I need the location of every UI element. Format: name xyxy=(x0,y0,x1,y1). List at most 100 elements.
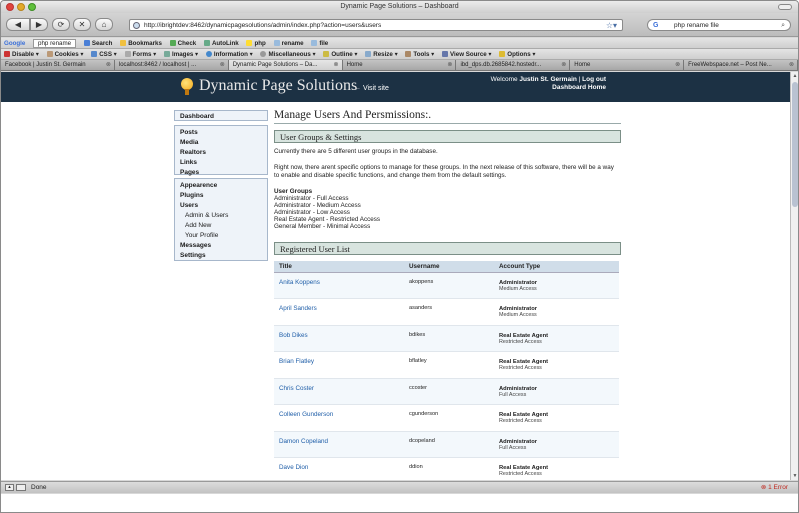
search-input[interactable]: G php rename file ⌕ xyxy=(647,19,791,31)
search-icon[interactable]: ⌕ xyxy=(781,20,785,30)
wd-css-menu[interactable]: CSS ▾ xyxy=(91,51,117,58)
stop-button[interactable]: ✕ xyxy=(73,18,91,31)
wd-disable-menu[interactable]: Disable ▾ xyxy=(4,51,39,58)
group-item: Administrator - Medium Access xyxy=(274,202,361,209)
sidebar-item-add-new[interactable]: Add New xyxy=(175,221,267,231)
bookmarks-button[interactable]: Bookmarks xyxy=(120,40,162,47)
wd-misc-menu[interactable]: Miscellaneous ▾ xyxy=(260,51,316,58)
toolbar-toggle-button[interactable] xyxy=(778,4,792,10)
tab-hostedresource[interactable]: ibd_dps.db.2685842.hostedr... ⊗ xyxy=(456,60,571,70)
close-tab-icon[interactable]: ⊗ xyxy=(675,60,680,70)
logout-link[interactable]: Log out xyxy=(582,76,606,83)
sidebar-item-admin-users[interactable]: Admin & Users xyxy=(175,211,267,221)
close-tab-icon[interactable]: ⊗ xyxy=(789,60,794,70)
tab-facebook[interactable]: Facebook | Justin St. Germain ⊗ xyxy=(1,60,115,70)
google-query-input[interactable]: php rename xyxy=(33,39,77,48)
user-name-link[interactable]: Colleen Gunderson xyxy=(279,411,333,418)
user-name-link[interactable]: Dave Dion xyxy=(279,464,308,471)
account-type-cell: Administrator Medium Access xyxy=(494,272,619,299)
user-name-link[interactable]: Justin St. Germain xyxy=(519,76,576,83)
status-toggle-icon[interactable]: ▴ xyxy=(5,484,14,491)
user-name-link[interactable]: Damon Copeland xyxy=(279,438,328,445)
wd-view-source-menu[interactable]: View Source ▾ xyxy=(442,51,492,58)
tab-home-2[interactable]: Home ⊗ xyxy=(570,60,685,70)
close-tab-icon[interactable]: ⊗ xyxy=(106,60,111,70)
user-title-cell: Colleen Gunderson xyxy=(274,404,404,432)
sidebar-item-pages[interactable]: Pages xyxy=(175,168,267,178)
sidebar-item-media[interactable]: Media xyxy=(175,138,267,148)
back-button[interactable]: ◀ xyxy=(6,18,30,31)
sidebar-item-appearence[interactable]: Appearence xyxy=(175,181,267,191)
check-icon xyxy=(169,40,176,46)
url-bar[interactable]: http://ibrightdev:8462/dynamicpagesoluti… xyxy=(129,19,623,31)
browser-window: Dynamic Page Solutions – Dashboard ◀ ▶ ⟳… xyxy=(0,0,799,513)
user-name-link[interactable]: Brian Flatley xyxy=(279,358,314,365)
user-name-link[interactable]: Chris Coster xyxy=(279,385,314,392)
scroll-up-icon[interactable]: ▲ xyxy=(792,73,798,79)
sidebar-item-links[interactable]: Links xyxy=(175,158,267,168)
table-row: Dave Dion ddion Real Estate Agent Restricte… xyxy=(274,457,619,480)
close-tab-icon[interactable]: ⊗ xyxy=(561,60,566,70)
sidebar-item-users[interactable]: Users xyxy=(175,201,267,211)
close-tab-icon[interactable]: ⊗ xyxy=(334,60,339,70)
sidebar-item-messages[interactable]: Messages xyxy=(175,241,267,251)
tab-freewebspace[interactable]: FreeWebspace.net – Post Ne... ⊗ xyxy=(684,60,798,70)
close-window-button[interactable] xyxy=(6,3,14,11)
wd-images-menu[interactable]: Images ▾ xyxy=(164,51,198,58)
misc-icon xyxy=(260,51,267,57)
close-tab-icon[interactable]: ⊗ xyxy=(447,60,452,70)
tab-localhost[interactable]: localhost:8462 / localhost | ... ⊗ xyxy=(114,60,229,70)
wd-cookies-menu[interactable]: Cookies ▾ xyxy=(46,51,83,58)
autolink-button[interactable]: AutoLink xyxy=(203,40,239,47)
wd-resize-menu[interactable]: Resize ▾ xyxy=(365,51,398,58)
highlight-rename-button[interactable]: rename xyxy=(273,40,304,47)
check-button[interactable]: Check xyxy=(169,40,196,47)
wd-information-menu[interactable]: Information ▾ xyxy=(205,51,253,58)
bookmark-star-icon[interactable]: ☆▾ xyxy=(606,20,617,30)
table-row: Chris Coster ccoster Administrator Full Acc… xyxy=(274,378,619,405)
star-icon xyxy=(120,40,127,46)
access-level: Medium Access xyxy=(499,285,537,292)
user-name-link[interactable]: Anita Koppens xyxy=(279,279,320,286)
wd-options-menu[interactable]: Options ▾ xyxy=(499,51,535,58)
access-level: Full Access xyxy=(499,444,527,451)
sidebar-item-settings[interactable]: Settings xyxy=(175,251,267,261)
sidebar-item-dashboard[interactable]: Dashboard xyxy=(175,111,267,122)
wd-outline-menu[interactable]: Outline ▾ xyxy=(323,51,358,58)
highlight-php-button[interactable]: php xyxy=(246,40,266,47)
visit-site-link[interactable]: ← Visit site xyxy=(354,85,389,92)
home-button[interactable]: ⌂ xyxy=(95,18,113,31)
user-name-link[interactable]: April Sanders xyxy=(279,305,317,312)
access-level: Restricted Access xyxy=(499,418,542,424)
zoom-window-button[interactable] xyxy=(28,3,36,11)
table-row: April Sanders asanders Administrator Medium… xyxy=(274,298,619,326)
tab-home-1[interactable]: Home ⊗ xyxy=(342,60,457,70)
error-count[interactable]: ⊗ 1 Error xyxy=(761,482,788,493)
sidebar-item-plugins[interactable]: Plugins xyxy=(175,191,267,201)
tools-icon xyxy=(405,51,412,57)
vertical-scrollbar[interactable]: ▲ ▼ xyxy=(790,72,798,480)
scrollbar-thumb[interactable] xyxy=(792,82,798,207)
page-info-icon[interactable] xyxy=(16,484,26,491)
reload-button[interactable]: ⟳ xyxy=(52,18,70,31)
highlighter-icon xyxy=(311,40,318,46)
highlight-file-button[interactable]: file xyxy=(311,40,328,47)
sidebar-item-realtors[interactable]: Realtors xyxy=(175,148,267,158)
autolink-icon xyxy=(203,40,210,46)
close-tab-icon[interactable]: ⊗ xyxy=(220,60,225,70)
wd-tools-menu[interactable]: Tools ▾ xyxy=(405,51,434,58)
minimize-window-button[interactable] xyxy=(17,3,25,11)
user-name-link[interactable]: Bob Dikes xyxy=(279,332,308,339)
wd-forms-menu[interactable]: Forms ▾ xyxy=(124,51,156,58)
username-cell: ccoster xyxy=(404,378,494,405)
tab-dashboard[interactable]: Dynamic Page Solutions – Da... ⊗ xyxy=(228,60,343,70)
page-title: Manage Users And Persmissions:. xyxy=(274,109,432,121)
forward-button[interactable]: ▶ xyxy=(30,18,48,31)
sidebar-item-your-profile[interactable]: Your Profile xyxy=(175,231,267,241)
forms-icon xyxy=(124,51,131,57)
sidebar-item-posts[interactable]: Posts xyxy=(175,128,267,138)
dashboard-home-link[interactable]: Dashboard Home xyxy=(552,84,606,91)
scroll-down-icon[interactable]: ▼ xyxy=(792,473,798,479)
highlighter-icon xyxy=(273,40,280,46)
google-search-button[interactable]: Search xyxy=(83,40,112,47)
